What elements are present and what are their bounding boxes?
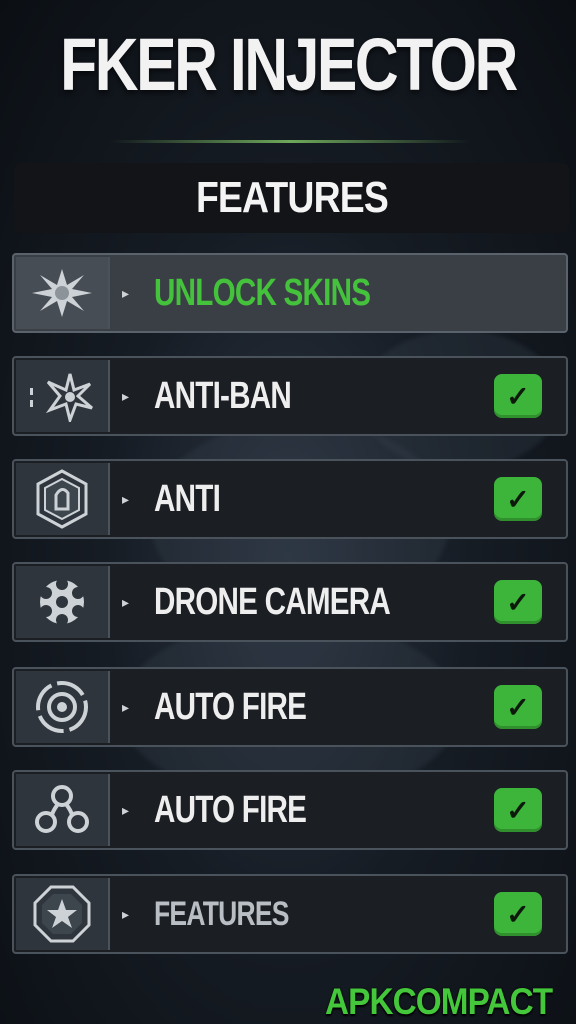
watermark-logo: APKCOMPACT bbox=[325, 981, 553, 1022]
expand-arrow-icon: ▸ bbox=[122, 802, 130, 818]
expand-arrow-icon: ▸ bbox=[122, 594, 130, 610]
trefoil-icon bbox=[16, 774, 110, 846]
expand-arrow-icon: ▸ bbox=[122, 285, 130, 301]
feature-label: FEATURES bbox=[154, 895, 289, 933]
snowflake-icon bbox=[16, 566, 110, 638]
feature-label: UNLOCK SKINS bbox=[154, 272, 371, 314]
feature-row-features[interactable]: ▸ FEATURES ✓ bbox=[12, 874, 568, 954]
feature-row-auto-fire-2[interactable]: ▸ AUTO FIRE ✓ bbox=[12, 770, 568, 850]
expand-arrow-icon: ▸ bbox=[122, 699, 130, 715]
checkmark-icon: ✓ bbox=[506, 898, 530, 930]
feature-label: DRONE CAMERA bbox=[154, 581, 391, 623]
feature-row-auto-fire[interactable]: ▸ AUTO FIRE ✓ bbox=[12, 667, 568, 747]
features-header: FEATURES bbox=[14, 163, 569, 233]
app-title: FKER INJECTOR bbox=[60, 23, 518, 106]
checkmark-icon: ✓ bbox=[506, 483, 530, 515]
feature-label: AUTO FIRE bbox=[154, 789, 307, 831]
feature-row-unlock-skins[interactable]: ▸ UNLOCK SKINS bbox=[12, 253, 568, 333]
checkbox-checked[interactable]: ✓ bbox=[494, 374, 542, 418]
shuriken-icon bbox=[16, 360, 110, 432]
splat-icon bbox=[16, 257, 110, 329]
checkbox-checked[interactable]: ✓ bbox=[494, 788, 542, 832]
checkmark-icon: ✓ bbox=[506, 586, 530, 618]
feature-row-drone-camera[interactable]: ▸ DRONE CAMERA ✓ bbox=[12, 562, 568, 642]
feature-label: ANTI-BAN bbox=[154, 375, 292, 417]
title-underline bbox=[110, 140, 470, 143]
features-header-label: FEATURES bbox=[195, 173, 389, 222]
expand-arrow-icon: ▸ bbox=[122, 906, 130, 922]
checkmark-icon: ✓ bbox=[506, 794, 530, 826]
feature-row-anti-ban[interactable]: ▸ ANTI-BAN ✓ bbox=[12, 356, 568, 436]
checkbox-checked[interactable]: ✓ bbox=[494, 580, 542, 624]
octagon-emblem-icon bbox=[16, 878, 110, 950]
checkbox-checked[interactable]: ✓ bbox=[494, 685, 542, 729]
expand-arrow-icon: ▸ bbox=[122, 388, 130, 404]
shield-badge-icon bbox=[16, 463, 110, 535]
target-ring-icon bbox=[16, 671, 110, 743]
checkbox-checked[interactable]: ✓ bbox=[494, 892, 542, 936]
feature-row-anti[interactable]: ▸ ANTI ✓ bbox=[12, 459, 568, 539]
feature-label: AUTO FIRE bbox=[154, 686, 307, 728]
expand-arrow-icon: ▸ bbox=[122, 491, 130, 507]
feature-label: ANTI bbox=[154, 478, 221, 520]
checkmark-icon: ✓ bbox=[506, 380, 530, 412]
checkmark-icon: ✓ bbox=[506, 691, 530, 723]
checkbox-checked[interactable]: ✓ bbox=[494, 477, 542, 521]
